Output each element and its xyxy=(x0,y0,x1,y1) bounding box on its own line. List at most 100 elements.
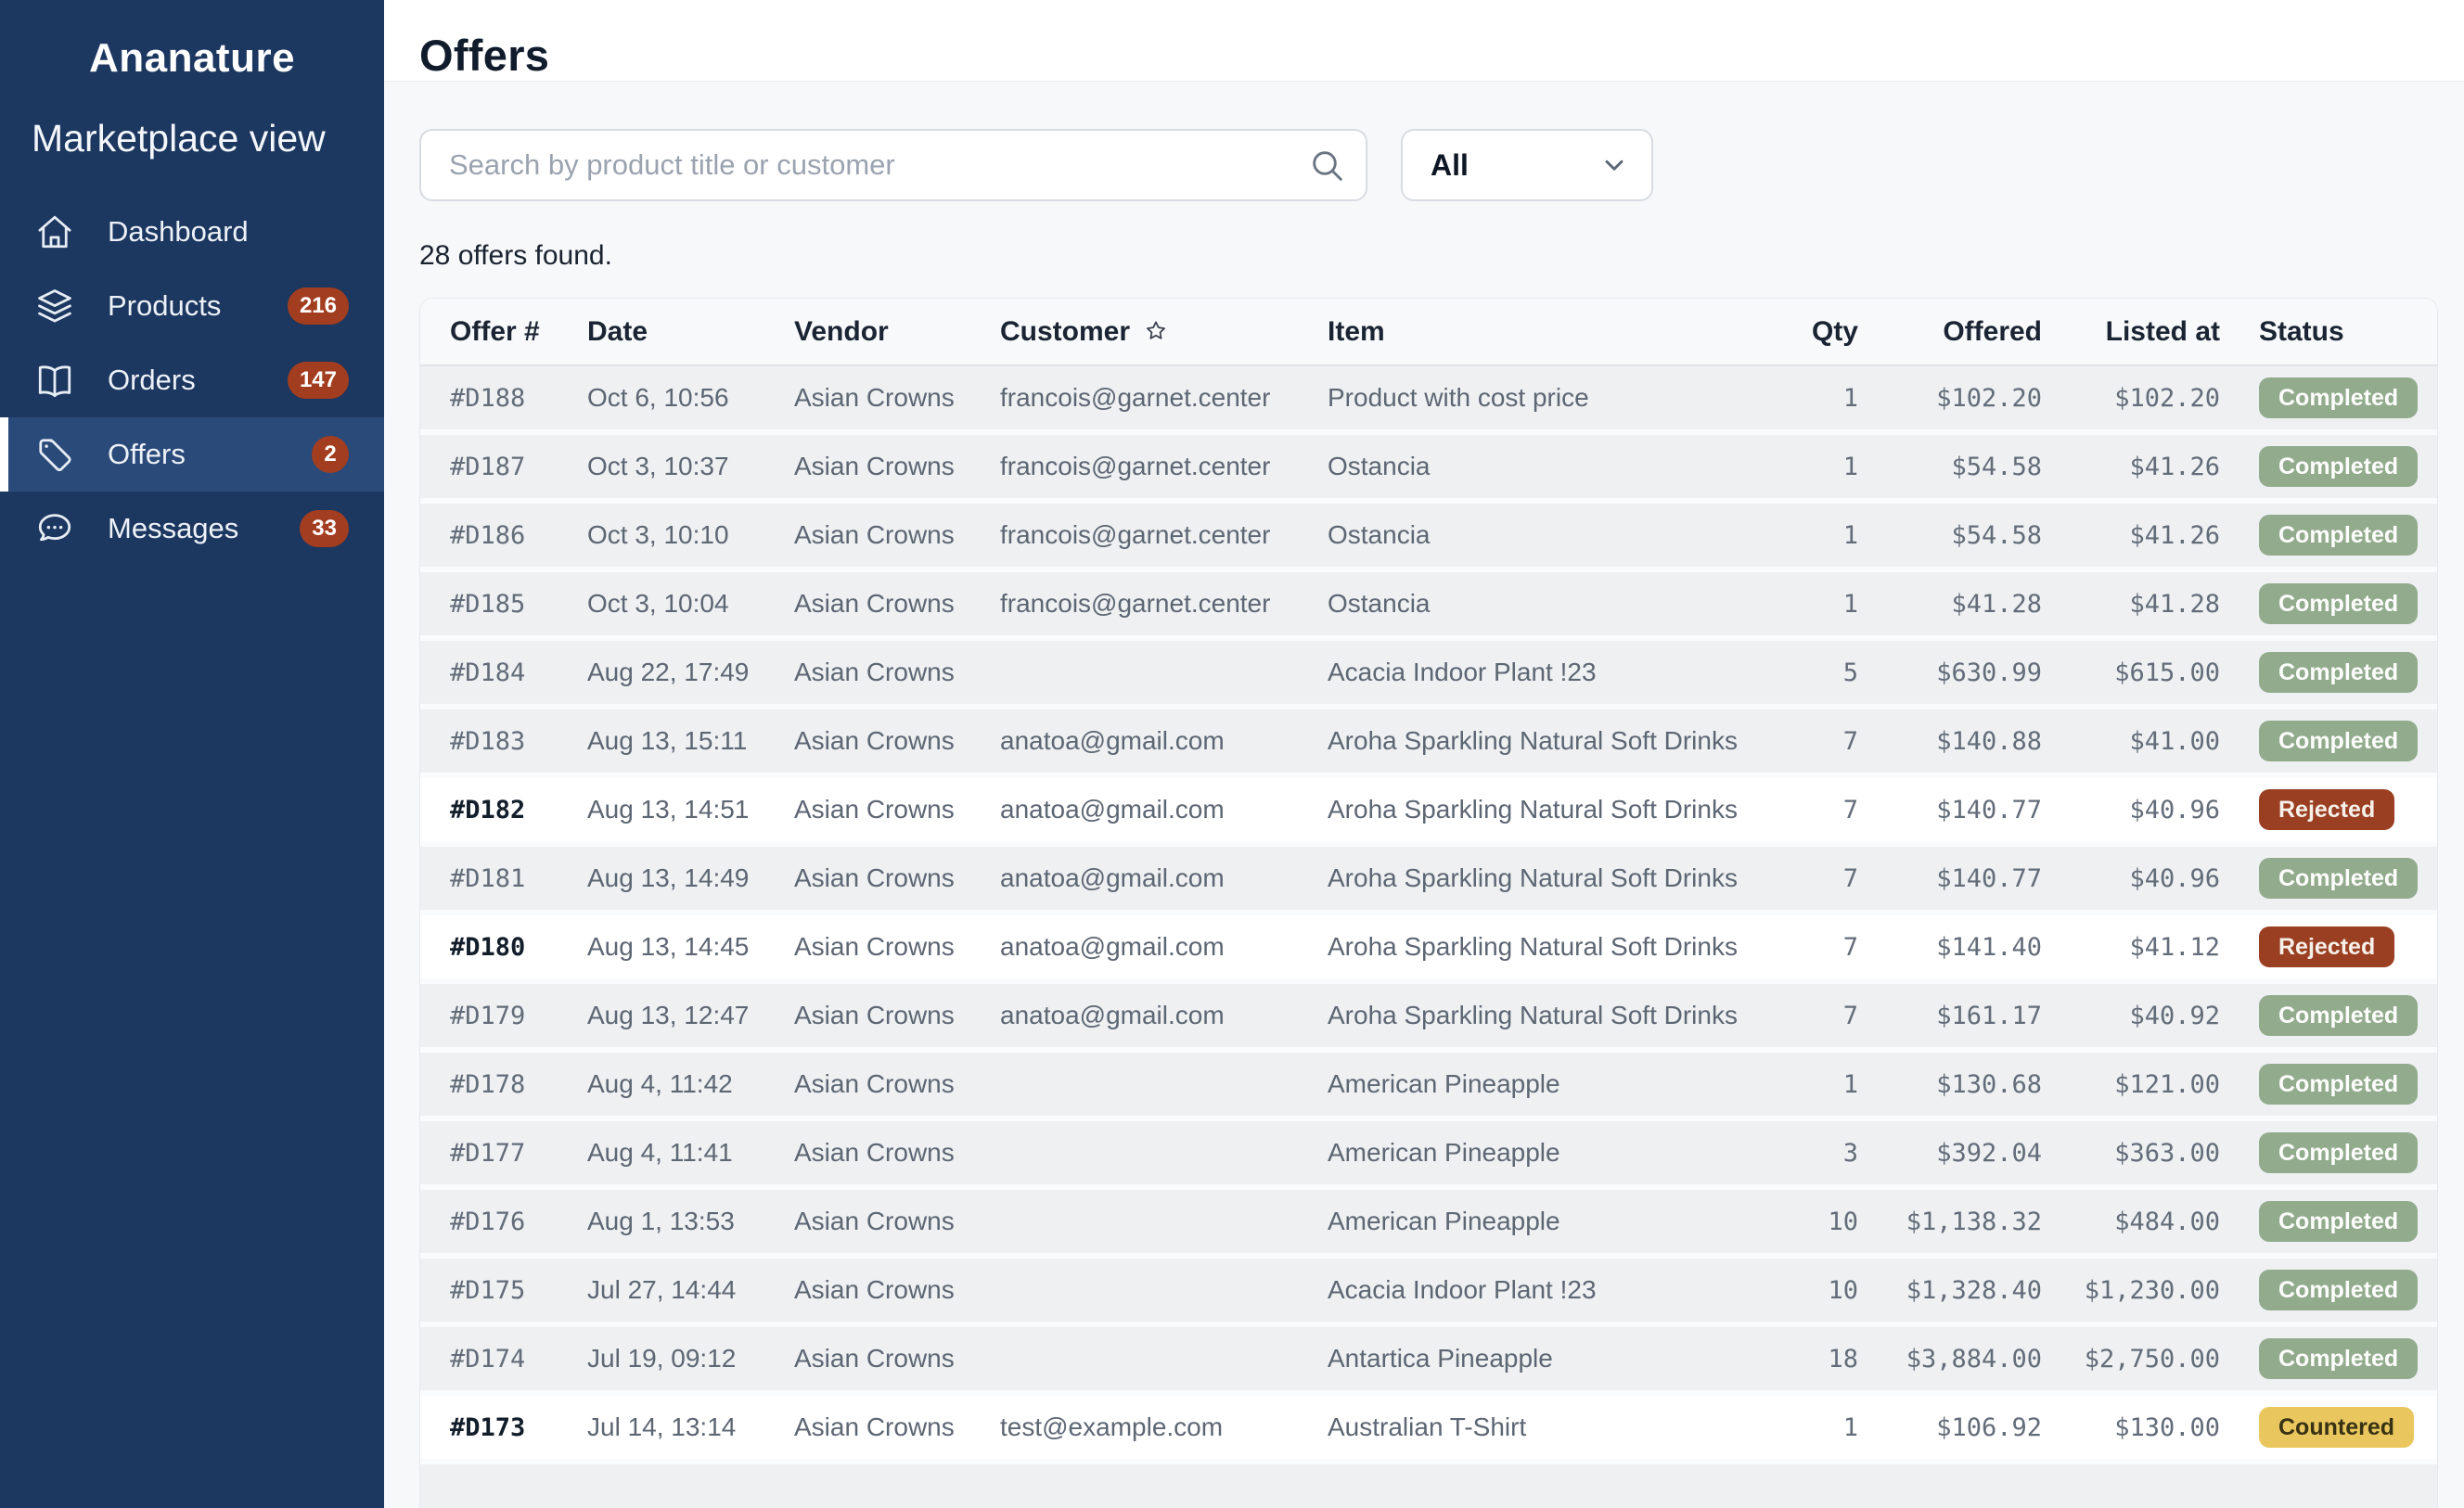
offer-row[interactable]: #D183 Aug 13, 15:11 Asian Crowns anatoa@… xyxy=(420,709,2438,778)
offer-row[interactable]: #D186 Oct 3, 10:10 Asian Crowns francois… xyxy=(420,504,2438,572)
sidebar-item-label: Products xyxy=(108,289,221,323)
offer-status-cell: Completed xyxy=(2220,1053,2438,1121)
offer-status-cell: Completed xyxy=(2220,847,2438,915)
offer-row[interactable]: #D187 Oct 3, 10:37 Asian Crowns francois… xyxy=(420,435,2438,504)
sidebar-item-badge: 216 xyxy=(288,288,349,325)
sidebar-item[interactable]: Products 216 xyxy=(0,269,384,343)
chevron-down-icon xyxy=(1599,150,1629,180)
offer-item: Aroha Sparkling Natural Soft Drinks xyxy=(1328,984,1767,1053)
offer-vendor: Asian Crowns xyxy=(794,1396,1000,1464)
offer-id: #D181 xyxy=(420,847,587,915)
offers-table: Offer # Date Vendor Customer Item Qty Of… xyxy=(420,299,2438,1508)
offer-date: Jul 14, 13:14 xyxy=(587,1396,794,1464)
status-badge: Completed xyxy=(2259,446,2418,487)
offer-row[interactable]: #D177 Aug 4, 11:41 Asian Crowns American… xyxy=(420,1121,2438,1190)
column-header-status: Status xyxy=(2220,299,2438,366)
offer-customer: anatoa@gmail.com xyxy=(1000,847,1328,915)
status-badge: Completed xyxy=(2259,995,2418,1036)
offer-listed-price: $40.92 xyxy=(2042,984,2220,1053)
offers-table-card: Offer # Date Vendor Customer Item Qty Of… xyxy=(419,298,2438,1508)
offer-id: #D188 xyxy=(420,366,587,435)
offer-offered-price: $130.68 xyxy=(1858,1053,2042,1121)
offer-status-cell: Completed xyxy=(2220,1327,2438,1396)
sidebar-item-label: Orders xyxy=(108,364,196,397)
offer-customer: anatoa@gmail.com xyxy=(1000,984,1328,1053)
offer-row[interactable]: #D180 Aug 13, 14:45 Asian Crowns anatoa@… xyxy=(420,915,2438,984)
offer-offered-price: $41.28 xyxy=(1858,572,2042,641)
offer-customer xyxy=(1000,641,1328,709)
offer-status-cell: Completed xyxy=(2220,709,2438,778)
status-badge: Completed xyxy=(2259,583,2418,624)
offer-vendor: Asian Crowns xyxy=(794,778,1000,847)
offer-listed-price: $41.26 xyxy=(2042,504,2220,572)
offer-vendor: Asian Crowns xyxy=(794,1053,1000,1121)
sidebar-item[interactable]: Messages 33 xyxy=(0,492,384,566)
offer-listed-price: $41.28 xyxy=(2042,572,2220,641)
offer-id: #D178 xyxy=(420,1053,587,1121)
offer-customer: anatoa@gmail.com xyxy=(1000,915,1328,984)
offer-date: Jul 27, 14:44 xyxy=(587,1259,794,1327)
column-header-customer: Customer xyxy=(1000,316,1130,347)
offer-date: Aug 13, 14:51 xyxy=(587,778,794,847)
offer-row[interactable]: #D175 Jul 27, 14:44 Asian Crowns Acacia … xyxy=(420,1259,2438,1327)
sidebar-item-icon xyxy=(35,287,74,326)
offer-listed-price: $41.12 xyxy=(2042,915,2220,984)
offer-item: Product with cost price xyxy=(1328,366,1767,435)
offer-item: Aroha Sparkling Natural Soft Drinks xyxy=(1328,847,1767,915)
offer-row[interactable]: #D176 Aug 1, 13:53 Asian Crowns American… xyxy=(420,1190,2438,1259)
offer-offered-price: $106.92 xyxy=(1858,1396,2042,1464)
offer-date: Jul 19, 09:12 xyxy=(587,1327,794,1396)
offer-customer: anatoa@gmail.com xyxy=(1000,778,1328,847)
offer-row[interactable]: #D184 Aug 22, 17:49 Asian Crowns Acacia … xyxy=(420,641,2438,709)
offer-vendor: Asian Crowns xyxy=(794,1327,1000,1396)
offer-offered-price: $1,328.40 xyxy=(1858,1259,2042,1327)
offer-vendor: Asian Crowns xyxy=(794,435,1000,504)
status-filter-dropdown[interactable]: All xyxy=(1401,129,1653,201)
offer-row[interactable]: #D174 Jul 19, 09:12 Asian Crowns Antarti… xyxy=(420,1327,2438,1396)
search-input[interactable] xyxy=(419,129,1367,201)
offer-row[interactable]: #D188 Oct 6, 10:56 Asian Crowns francois… xyxy=(420,366,2438,435)
offer-qty: 18 xyxy=(1767,1327,1858,1396)
search-box xyxy=(419,129,1367,201)
offer-date: Aug 13, 14:45 xyxy=(587,915,794,984)
star-icon[interactable] xyxy=(1143,318,1169,344)
search-icon xyxy=(1308,147,1345,184)
offer-date: Aug 22, 17:49 xyxy=(587,641,794,709)
offer-customer: francois@garnet.center xyxy=(1000,435,1328,504)
offer-listed-price: $130.00 xyxy=(2042,1396,2220,1464)
offer-status-cell: Completed xyxy=(2220,572,2438,641)
offer-row[interactable]: #D178 Aug 4, 11:42 Asian Crowns American… xyxy=(420,1053,2438,1121)
offer-item: Ostancia xyxy=(1328,572,1767,641)
offer-id: #D182 xyxy=(420,778,587,847)
offer-row[interactable]: #D179 Aug 13, 12:47 Asian Crowns anatoa@… xyxy=(420,984,2438,1053)
offer-row[interactable]: #D185 Oct 3, 10:04 Asian Crowns francois… xyxy=(420,572,2438,641)
offer-row[interactable]: #D173 Jul 14, 13:14 Asian Crowns test@ex… xyxy=(420,1396,2438,1464)
offer-listed-price: $121.00 xyxy=(2042,1053,2220,1121)
offer-item: Ostancia xyxy=(1328,435,1767,504)
offer-date: Aug 13, 15:11 xyxy=(587,709,794,778)
offer-vendor: Asian Crowns xyxy=(794,1259,1000,1327)
offer-customer xyxy=(1000,1259,1328,1327)
offer-qty: 7 xyxy=(1767,709,1858,778)
offer-qty: 1 xyxy=(1767,504,1858,572)
offer-date: Aug 4, 11:42 xyxy=(587,1053,794,1121)
sidebar-item-icon xyxy=(35,361,74,400)
offer-vendor: Asian Crowns xyxy=(794,1121,1000,1190)
offer-item: Aroha Sparkling Natural Soft Drinks xyxy=(1328,915,1767,984)
offer-row[interactable]: #D181 Aug 13, 14:49 Asian Crowns anatoa@… xyxy=(420,847,2438,915)
view-label: Marketplace view xyxy=(0,117,384,160)
sidebar-item-label: Dashboard xyxy=(108,215,249,249)
status-badge: Completed xyxy=(2259,1201,2418,1242)
partial-next-row xyxy=(420,1464,2438,1508)
offer-offered-price: $3,884.00 xyxy=(1858,1327,2042,1396)
sidebar-item[interactable]: Offers 2 xyxy=(0,417,384,492)
offer-qty: 3 xyxy=(1767,1121,1858,1190)
offer-customer xyxy=(1000,1190,1328,1259)
offer-row[interactable]: #D182 Aug 13, 14:51 Asian Crowns anatoa@… xyxy=(420,778,2438,847)
sidebar: Ananature Marketplace view Dashboard Pro… xyxy=(0,0,384,1508)
offer-date: Oct 6, 10:56 xyxy=(587,366,794,435)
sidebar-item[interactable]: Orders 147 xyxy=(0,343,384,417)
sidebar-item-badge: 33 xyxy=(300,510,349,547)
sidebar-item[interactable]: Dashboard xyxy=(0,195,384,269)
offer-status-cell: Completed xyxy=(2220,366,2438,435)
